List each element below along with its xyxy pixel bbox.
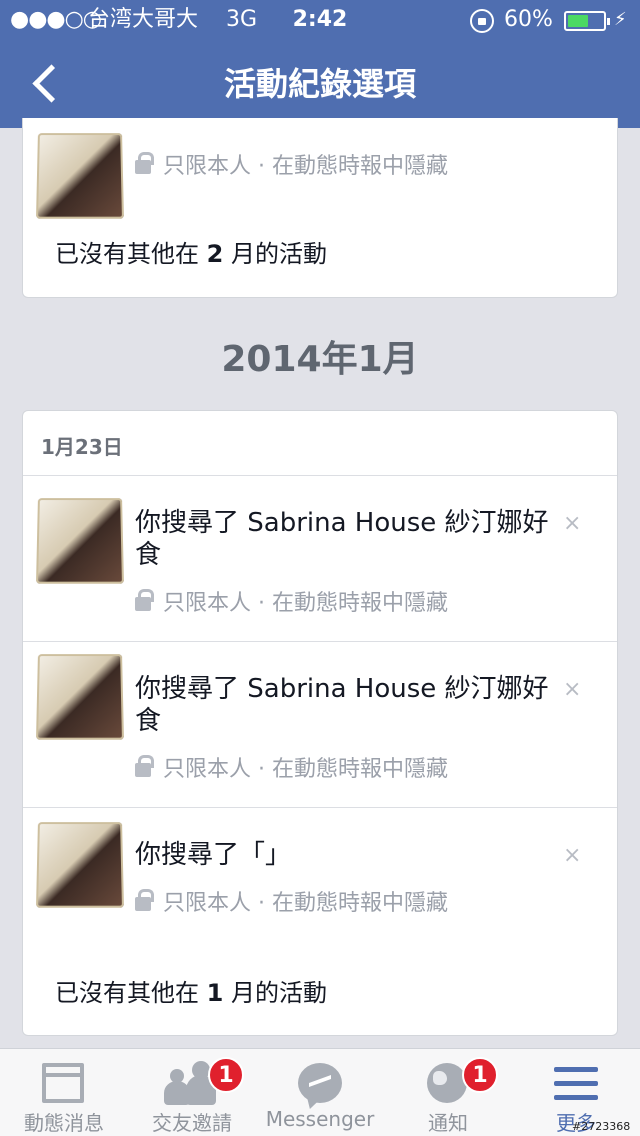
activity-thumbnail [36,132,124,219]
lock-icon [135,152,154,174]
tab-label: 交友邀請 [152,1111,232,1135]
lock-icon [135,755,154,777]
watermark: #2723368 [572,1120,631,1133]
hide-entry-button[interactable]: × [563,511,581,536]
news-feed-icon [42,1063,84,1103]
date-label: 1月23日 [41,435,123,459]
top-bar: ●●●○○ 台湾大哥大 3G 2:42 60% ⚡ 活動紀錄選項 [0,0,640,128]
battery-percent: 60% [504,7,553,32]
divider [23,641,617,642]
privacy-label: 只限本人 · 在動態時報中隱藏 [135,585,448,617]
activity-card-february: 只限本人 · 在動態時報中隱藏 已沒有其他在 2 月的活動 [22,118,618,298]
activity-text[interactable]: 你搜尋了 Sabrina House 紗汀娜好食 [135,673,555,737]
status-bar: ●●●○○ 台湾大哥大 3G 2:42 60% ⚡ [0,0,640,40]
activity-text[interactable]: 你搜尋了 Sabrina House 紗汀娜好食 [135,507,555,571]
battery-icon [564,11,610,31]
privacy-label: 只限本人 · 在動態時報中隱藏 [135,148,448,180]
divider [23,475,617,476]
page-title: 活動紀錄選項 [223,65,416,103]
menu-icon [554,1067,598,1101]
activity-thumbnail [36,497,124,584]
lock-icon [135,889,154,911]
notification-badge: 1 [462,1057,498,1093]
no-more-activity: 已沒有其他在 2 月的活動 [55,240,327,268]
privacy-label: 只限本人 · 在動態時報中隱藏 [135,885,448,917]
activity-thumbnail [36,821,124,908]
privacy-label: 只限本人 · 在動態時報中隱藏 [135,751,448,783]
messenger-icon [298,1063,342,1103]
no-more-activity: 已沒有其他在 1 月的活動 [55,979,327,1007]
activity-card-january: 1月23日 你搜尋了 Sabrina House 紗汀娜好食 × 只限本人 · … [22,410,618,1036]
tab-messenger[interactable]: Messenger [256,1049,384,1136]
tab-bar: 動態消息 1 交友邀請 Messenger 1 通知 更多 [0,1048,640,1136]
divider [23,807,617,808]
tab-notifications[interactable]: 1 通知 [384,1049,512,1136]
tab-news-feed[interactable]: 動態消息 [0,1049,128,1136]
hide-entry-button[interactable]: × [563,677,581,702]
lock-icon [135,589,154,611]
globe-icon [427,1063,467,1103]
hide-entry-button[interactable]: × [563,843,581,868]
tab-label: 動態消息 [24,1111,104,1135]
tab-label: 通知 [428,1111,468,1135]
tab-friend-requests[interactable]: 1 交友邀請 [128,1049,256,1136]
month-heading: 2014年1月 [221,339,419,380]
charging-icon: ⚡ [614,9,627,30]
notification-badge: 1 [208,1057,244,1093]
activity-text[interactable]: 你搜尋了「」 [135,839,555,871]
activity-thumbnail [36,653,124,740]
nav-bar: 活動紀錄選項 [0,40,640,128]
battery-fill [568,15,588,27]
rotation-lock-icon [470,9,494,33]
tab-label: Messenger [265,1107,375,1131]
